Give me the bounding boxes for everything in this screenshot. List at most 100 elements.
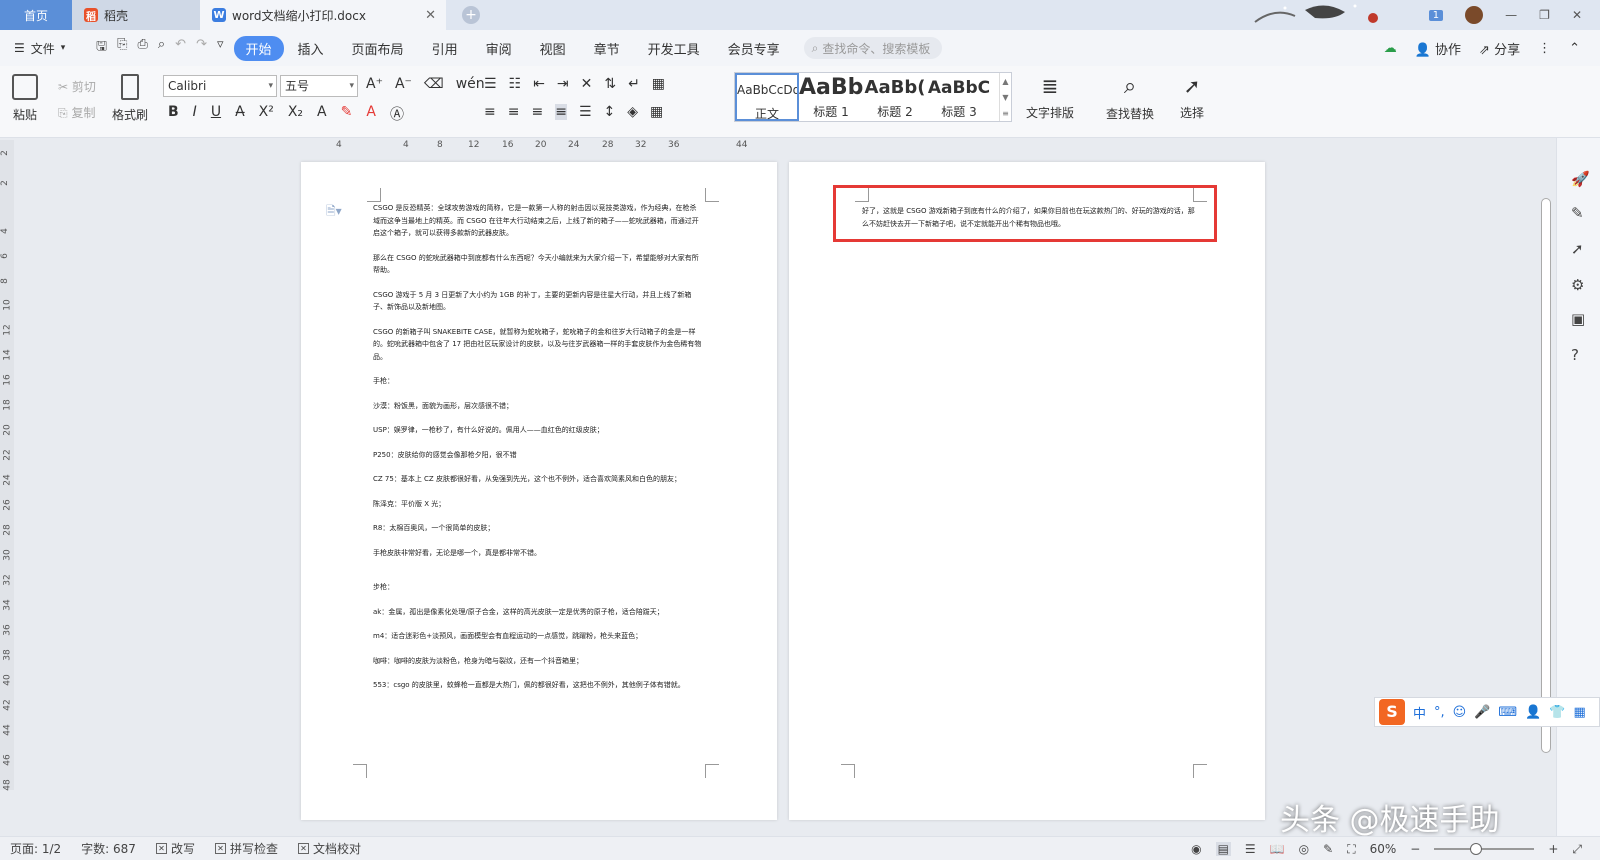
align-left-icon[interactable]: ≡ [484, 104, 496, 120]
revise-mode-toggle[interactable]: ✕ 改写 [146, 840, 205, 857]
table-icon[interactable]: ▦ [652, 76, 665, 92]
cloud-sync-icon[interactable]: ☁ [1384, 41, 1397, 56]
align-right-icon[interactable]: ≡ [531, 104, 543, 120]
strikethrough-icon[interactable]: A̶ [235, 104, 245, 124]
paste-button[interactable]: 粘贴 [12, 74, 38, 123]
copy-button[interactable]: ⎘ 复制 [58, 104, 95, 121]
avatar[interactable] [1465, 6, 1484, 24]
page-view-icon[interactable]: ▤ [1215, 842, 1231, 856]
sort-icon[interactable]: ⇅ [604, 76, 616, 92]
outline-view-icon[interactable]: ☰ [1245, 842, 1256, 856]
tab-page-layout[interactable]: 页面布局 [338, 39, 418, 58]
tab-section[interactable]: 章节 [580, 39, 634, 58]
subscript-icon[interactable]: X₂ [288, 104, 303, 124]
zoom-slider[interactable] [1434, 843, 1535, 855]
sogou-logo[interactable]: S [1379, 699, 1405, 725]
print-icon[interactable]: ⎙ [137, 37, 147, 59]
redo-icon[interactable]: ↷ [196, 37, 207, 59]
print-preview-icon[interactable]: ⌕ [158, 37, 165, 59]
user-icon[interactable]: 👤 [1525, 705, 1541, 720]
microphone-icon[interactable]: 🎤 [1474, 705, 1490, 720]
text-effect-icon[interactable]: A [317, 104, 327, 124]
close-window-icon[interactable]: ✕ [1572, 8, 1582, 22]
find-replace-button[interactable]: ⌕ 查找替换 [1106, 74, 1154, 122]
style-heading-1[interactable]: AaBb 标题 1 [799, 73, 863, 121]
vertical-ruler[interactable]: 2 2 4 6 8 10 12 14 16 18 20 22 24 26 28 … [0, 140, 14, 791]
vertical-scrollbar[interactable] [1540, 140, 1552, 790]
shading-icon[interactable]: ◈ [627, 104, 638, 120]
more-vertical-icon[interactable]: ⋮ [1538, 41, 1551, 56]
ime-mode-toggle[interactable]: 中 [1413, 703, 1426, 722]
eye-protect-icon[interactable]: ◉ [1191, 842, 1201, 856]
share-button[interactable]: ⇗ 分享 [1479, 39, 1520, 58]
zoom-level[interactable]: 60% [1370, 842, 1397, 856]
superscript-icon[interactable]: X² [259, 104, 274, 124]
help-icon[interactable]: ? [1571, 346, 1579, 364]
clear-format-icon[interactable]: ⌫ [424, 76, 444, 92]
numbered-list-icon[interactable]: ☷ [509, 76, 522, 92]
chinese-layout-icon[interactable]: ✕ [581, 76, 593, 92]
select-button[interactable]: ➚ 选择 [1180, 74, 1204, 121]
font-name-select[interactable]: Calibri ▾ [163, 75, 277, 97]
web-view-icon[interactable]: ◎ [1299, 842, 1309, 856]
font-color-icon[interactable]: A [366, 104, 376, 124]
highlight-icon[interactable]: ✎ [341, 104, 353, 124]
command-search-input[interactable]: ⌕ 查找命令、搜索模板 [803, 37, 942, 59]
fit-page-icon[interactable]: ⛶ [1347, 842, 1355, 857]
italic-icon[interactable]: I [193, 104, 197, 124]
restore-icon[interactable]: ❐ [1539, 8, 1550, 22]
write-view-icon[interactable]: ✎ [1323, 842, 1333, 856]
document-page-1[interactable]: CSGO 是反恐精英：全球攻势游戏的简称，它是一款第一人称的射击因以竞技类游戏，… [301, 162, 777, 820]
new-tab-button[interactable]: + [462, 6, 480, 24]
zoom-out-icon[interactable]: − [1410, 842, 1420, 856]
file-menu[interactable]: ☰ 文件 ▾ [0, 40, 86, 57]
bold-icon[interactable]: B [168, 104, 179, 124]
more-icon[interactable]: ▿ [217, 37, 224, 59]
show-marks-icon[interactable]: ↵ [628, 76, 640, 92]
rocket-icon[interactable]: 🚀 [1571, 170, 1590, 188]
toolbox-icon[interactable]: ▦ [1574, 705, 1586, 720]
keyboard-icon[interactable]: ⌨ [1498, 705, 1517, 720]
shrink-font-icon[interactable]: A⁻ [395, 76, 412, 92]
style-normal[interactable]: AaBbCcDd 正文 [735, 73, 799, 121]
punctuation-icon[interactable]: °, [1434, 705, 1445, 720]
decrease-indent-icon[interactable]: ⇤ [533, 76, 545, 92]
style-heading-2[interactable]: AaBb( 标题 2 [863, 73, 927, 121]
pen-icon[interactable]: ✎ [1571, 204, 1584, 222]
tab-start[interactable]: 开始 [233, 35, 284, 61]
justify-icon[interactable]: ≡ [555, 104, 567, 120]
fullscreen-icon[interactable]: ⤢ [1572, 842, 1582, 857]
document-page-2[interactable] [789, 162, 1265, 820]
close-tab-icon[interactable]: ✕ [425, 8, 436, 23]
zoom-in-icon[interactable]: + [1548, 842, 1558, 856]
tab-view[interactable]: 视图 [526, 39, 580, 58]
tab-references[interactable]: 引用 [418, 39, 472, 58]
increase-indent-icon[interactable]: ⇥ [557, 76, 569, 92]
tab-daoke[interactable]: 稻 稻壳 [72, 0, 200, 30]
read-view-icon[interactable]: 📖 [1270, 842, 1285, 856]
underline-icon[interactable]: U [211, 104, 221, 124]
page-1-body[interactable]: CSGO 是反恐精英：全球攻势游戏的简称，它是一款第一人称的射击因以竞技类游戏，… [373, 202, 703, 704]
word-count[interactable]: 字数: 687 [71, 840, 146, 857]
style-heading-3[interactable]: AaBbC 标题 3 [927, 73, 991, 121]
distribute-icon[interactable]: ☰ [579, 104, 592, 120]
tab-insert[interactable]: 插入 [284, 39, 338, 58]
cut-button[interactable]: ✂ 剪切 [58, 78, 96, 95]
tab-member[interactable]: 会员专享 [714, 39, 794, 58]
window-count-badge[interactable]: 1 [1428, 9, 1444, 21]
phonetic-guide-icon[interactable]: wén [456, 76, 485, 92]
bullet-list-icon[interactable]: ☰ [484, 76, 497, 92]
line-spacing-icon[interactable]: ↕ [604, 104, 616, 120]
page-count[interactable]: 页面: 1/2 [0, 840, 71, 857]
tab-document[interactable]: W word文档缩小打印.docx ✕ [200, 0, 446, 30]
borders-icon[interactable]: ▦ [650, 104, 663, 120]
save-icon[interactable]: 🖫 [96, 37, 107, 59]
horizontal-ruler[interactable]: 4 4 8 12 16 20 24 28 32 36 44 [300, 138, 780, 154]
align-center-icon[interactable]: ≡ [508, 104, 520, 120]
document-map-icon[interactable]: 🗎▾ [326, 202, 342, 223]
undo-icon[interactable]: ↶ [175, 37, 186, 59]
skin-icon[interactable]: 👕 [1549, 705, 1565, 720]
font-size-select[interactable]: 五号 ▾ [280, 75, 358, 97]
cursor-icon[interactable]: ➚ [1571, 240, 1584, 258]
format-painter-button[interactable]: 格式刷 [112, 74, 148, 123]
